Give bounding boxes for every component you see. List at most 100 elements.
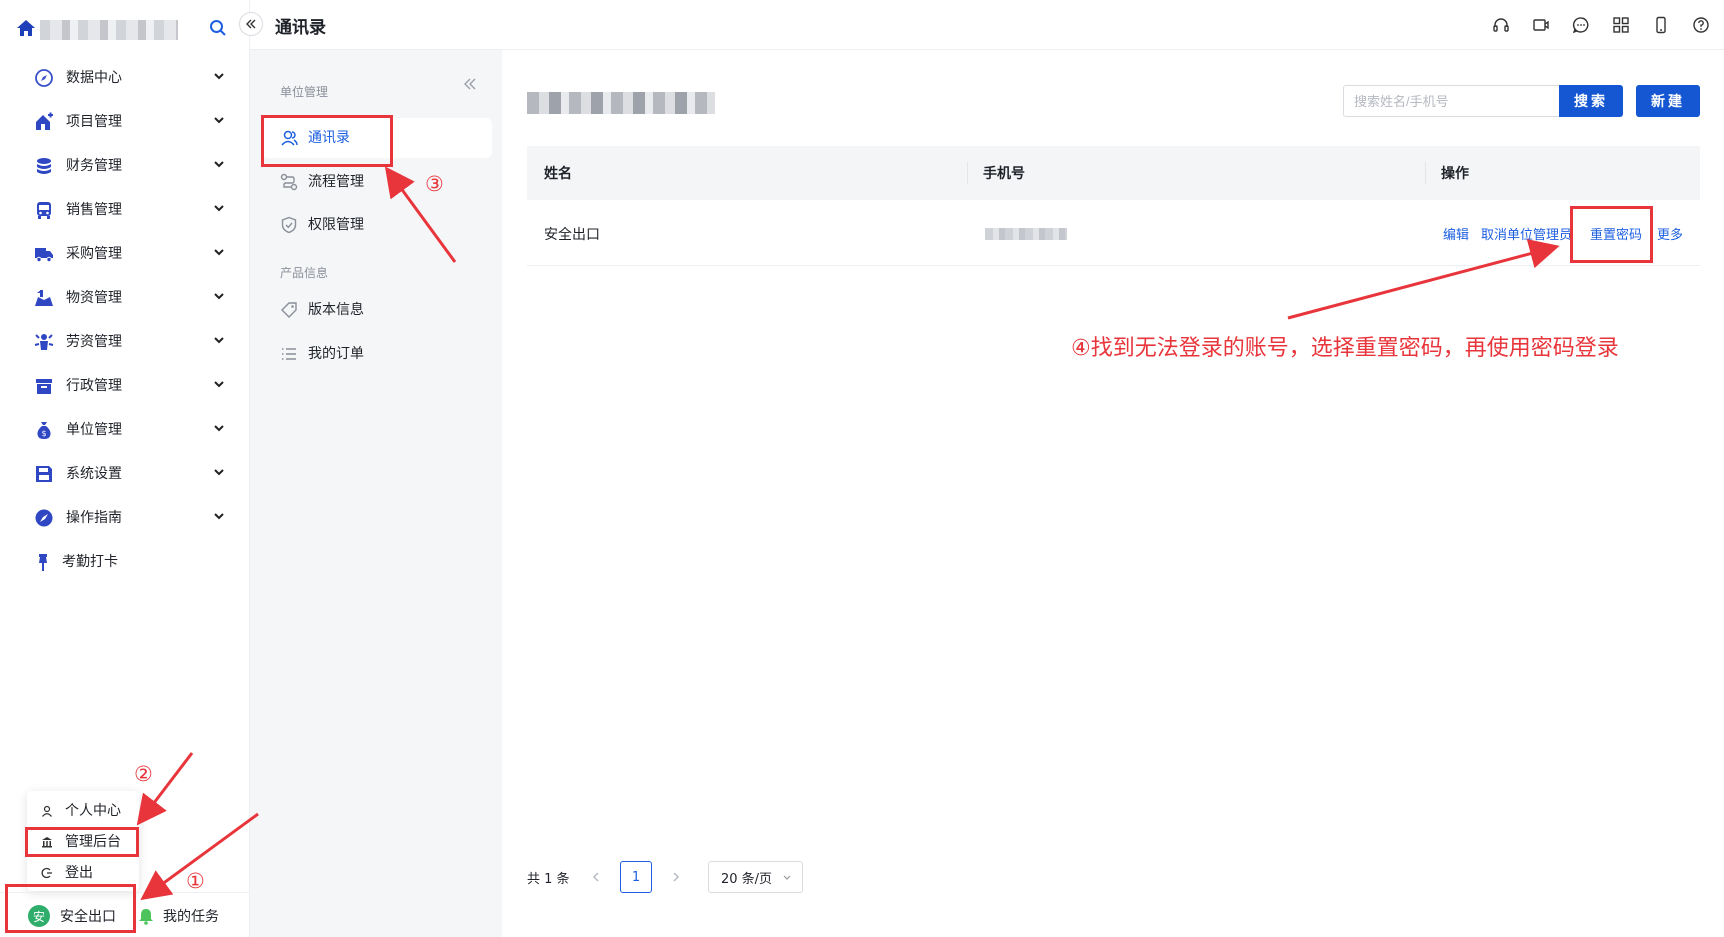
double-chevron-left-icon [246, 19, 256, 29]
edit-link[interactable]: 编辑 [1443, 224, 1469, 243]
coins-icon [37, 158, 51, 174]
page-title: 通讯录 [275, 18, 326, 38]
bell-icon [139, 909, 153, 925]
chevron-down-icon [214, 293, 224, 300]
video-icon[interactable] [1530, 14, 1552, 36]
search-input[interactable] [1343, 85, 1559, 117]
workflow-icon [280, 173, 298, 191]
bank-icon [42, 837, 52, 848]
company-name-blurred [40, 20, 178, 40]
secondary-nav: 单位管理 通讯录 流程管理 权限管理 产品信息 版本信息 我的订单 [250, 50, 502, 937]
more-link[interactable]: 更多 [1657, 224, 1683, 243]
user-name: 安全出口 [60, 909, 116, 925]
chevron-down-icon [214, 381, 224, 388]
column-header-actions: 操作 [1441, 166, 1469, 182]
nav-item-label: 我的订单 [308, 346, 364, 362]
sidebar-item-project[interactable]: 项目管理 [0, 100, 250, 144]
top-header: 通讯录 [250, 0, 1724, 50]
menu-item-label: 个人中心 [65, 803, 121, 819]
nav-group-product: 产品信息 [280, 266, 329, 280]
menu-item-label: 登出 [65, 865, 93, 881]
sidebar-item-label: 系统设置 [66, 466, 122, 482]
sidebar-footer: 安 安全出口 我的任务 [0, 892, 250, 937]
sidebar-item-label: 操作指南 [66, 510, 122, 526]
page-size-select[interactable]: 20 条/页 [708, 861, 803, 893]
phone-blurred [985, 228, 1067, 240]
chevron-down-icon [214, 205, 224, 212]
table-row: 安全出口 编辑 取消单位管理员 重置密码 更多 [527, 200, 1700, 266]
sidebar-item-attendance[interactable]: 考勤打卡 [0, 540, 250, 584]
chevron-left-icon[interactable] [589, 870, 603, 884]
sidebar-item-label: 数据中心 [66, 70, 122, 86]
nav-item-label: 通讯录 [308, 130, 350, 146]
column-header-name: 姓名 [544, 166, 572, 182]
chevron-down-icon [214, 73, 224, 80]
sidebar-item-label: 采购管理 [66, 246, 122, 262]
sidebar-collapse-button[interactable] [239, 12, 263, 36]
menu-item-logout[interactable]: 登出 [27, 858, 139, 888]
phone-icon[interactable] [1650, 14, 1672, 36]
page-size-value: 20 条/页 [721, 871, 773, 887]
revoke-admin-link[interactable]: 取消单位管理员 [1481, 224, 1572, 243]
sidebar-item-label: 销售管理 [66, 202, 122, 218]
user-menu-button[interactable]: 安 安全出口 [28, 904, 116, 928]
nav-item-version[interactable]: 版本信息 [262, 290, 492, 330]
sidebar-menu: 数据中心 项目管理 财务管理 销售管理 采购管理 物资管理 劳资管理 行政管理 … [0, 56, 250, 584]
bus-icon [37, 202, 51, 219]
house-plus-icon [36, 112, 53, 130]
nav-item-label: 版本信息 [308, 302, 364, 318]
nav-item-workflow[interactable]: 流程管理 [262, 162, 492, 202]
floppy-icon [36, 466, 52, 482]
my-tasks-button[interactable]: 我的任务 [137, 904, 219, 928]
svg-text:$: $ [41, 429, 46, 438]
menu-item-admin-console[interactable]: 管理后台 [27, 827, 139, 857]
annotation-step-2: ② [134, 762, 153, 786]
sidebar-item-label: 财务管理 [66, 158, 122, 174]
list-icon [282, 348, 296, 360]
chevron-down-icon [214, 513, 224, 520]
sidebar-item-sales[interactable]: 销售管理 [0, 188, 250, 232]
help-icon[interactable] [1690, 14, 1712, 36]
headset-icon[interactable] [1490, 14, 1512, 36]
search-icon[interactable] [208, 18, 228, 38]
chat-icon[interactable] [1570, 14, 1592, 36]
nav-item-contacts[interactable]: 通讯录 [262, 118, 492, 158]
chevron-down-icon [214, 425, 224, 432]
reset-password-link[interactable]: 重置密码 [1590, 224, 1642, 243]
sidebar-header [0, 0, 250, 50]
sidebar-item-label: 考勤打卡 [62, 554, 118, 570]
sidebar-item-settings[interactable]: 系统设置 [0, 452, 250, 496]
money-bag-icon: $ [37, 422, 51, 439]
sidebar-item-purchase[interactable]: 采购管理 [0, 232, 250, 276]
double-chevron-left-icon[interactable] [462, 76, 478, 92]
sidebar-item-materials[interactable]: 物资管理 [0, 276, 250, 320]
user-icon [42, 805, 52, 817]
sidebar-item-label: 项目管理 [66, 114, 122, 130]
home-icon[interactable] [16, 18, 36, 38]
sidebar-item-labor[interactable]: 劳资管理 [0, 320, 250, 364]
annotation-step-1: ① [186, 869, 205, 893]
page-number-button[interactable]: 1 [620, 861, 652, 893]
nav-item-orders[interactable]: 我的订单 [262, 334, 492, 374]
sidebar-item-label: 劳资管理 [66, 334, 122, 350]
search-button[interactable]: 搜索 [1559, 85, 1623, 117]
pagination-total: 共 1 条 [527, 871, 570, 887]
unit-name-blurred [527, 92, 715, 114]
sidebar-item-finance[interactable]: 财务管理 [0, 144, 250, 188]
apps-icon[interactable] [1610, 14, 1632, 36]
sidebar-item-data-center[interactable]: 数据中心 [0, 56, 250, 100]
sidebar-item-admin[interactable]: 行政管理 [0, 364, 250, 408]
new-button[interactable]: 新建 [1636, 85, 1700, 117]
chevron-down-icon [214, 469, 224, 476]
nav-item-permissions[interactable]: 权限管理 [262, 205, 492, 245]
sidebar-item-unit[interactable]: $ 单位管理 [0, 408, 250, 452]
sidebar-item-guide[interactable]: 操作指南 [0, 496, 250, 540]
compass-icon [35, 509, 53, 527]
annotation-step-3: ③ [425, 172, 444, 196]
worker-icon [34, 334, 54, 350]
header-toolbar [1490, 14, 1712, 36]
menu-item-profile[interactable]: 个人中心 [27, 796, 139, 826]
column-divider [1425, 162, 1426, 184]
chevron-right-icon[interactable] [669, 870, 683, 884]
nav-item-label: 流程管理 [308, 174, 364, 190]
